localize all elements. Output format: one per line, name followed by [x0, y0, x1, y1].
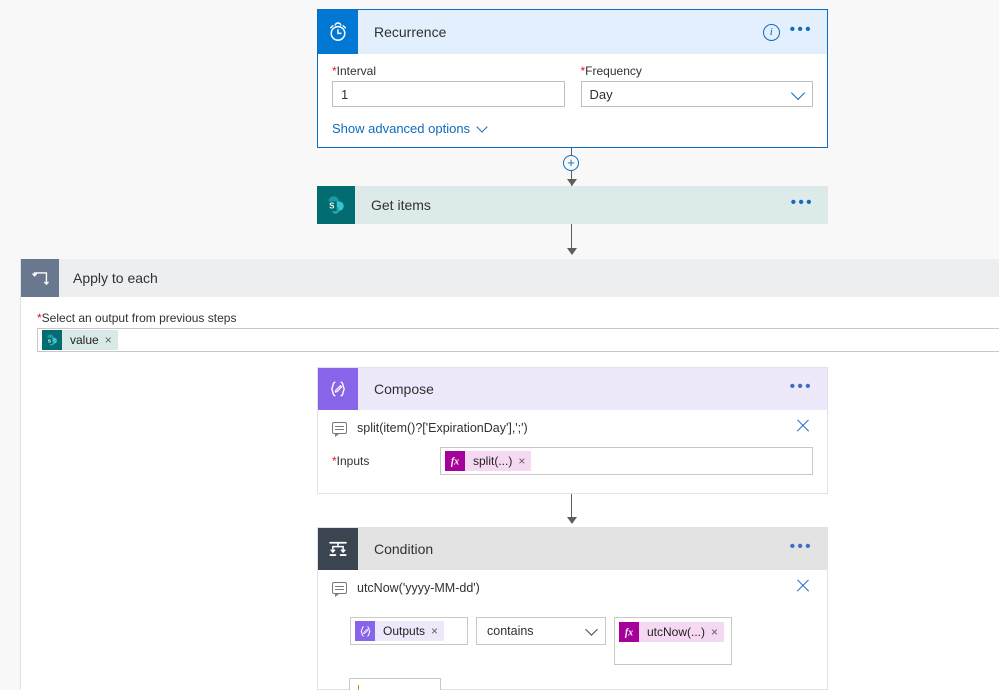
interval-input[interactable]: 1 — [332, 81, 565, 107]
show-advanced-options-label: Show advanced options — [332, 121, 471, 136]
token-body: utcNow(...) × — [639, 622, 725, 642]
token-label: value — [70, 333, 99, 347]
compose-braces-icon — [318, 368, 358, 410]
frequency-label: *Frequency — [580, 64, 642, 78]
ellipsis-icon[interactable]: ••• — [790, 22, 813, 39]
frequency-value: Day — [589, 86, 613, 102]
token-value[interactable]: S value × — [42, 330, 118, 350]
loop-icon — [21, 259, 59, 297]
action-card-get-items[interactable]: S Get items ••• — [317, 186, 828, 224]
condition-expression-row: Outputs × contains fx utcNow(...) × — [318, 595, 827, 665]
connector-arrow — [567, 248, 577, 255]
svg-text:fx: fx — [451, 456, 459, 467]
compose-header[interactable]: Compose ••• — [318, 368, 827, 410]
condition-header[interactable]: Condition ••• — [318, 528, 827, 570]
condition-title: Condition — [374, 541, 434, 557]
apply-to-each-title: Apply to each — [73, 270, 158, 286]
get-items-header[interactable]: S Get items ••• — [317, 186, 828, 224]
apply-to-each-picker-label: *Select an output from previous steps — [37, 311, 237, 325]
token-label: Outputs — [383, 624, 426, 638]
token-split-expression[interactable]: fx split(...) × — [445, 451, 532, 471]
compose-inputs-field[interactable]: fx split(...) × — [440, 447, 813, 475]
condition-operator-value: contains — [487, 624, 534, 638]
apply-to-each-body: *Select an output from previous steps S — [21, 297, 999, 352]
show-advanced-options-link[interactable]: Show advanced options — [332, 120, 488, 136]
interval-value: 1 — [341, 86, 349, 102]
connector-arrow — [567, 517, 577, 524]
compose-inputs-row: *Inputs fx split(...) × — [318, 435, 827, 475]
token-label: utcNow(...) — [647, 625, 706, 639]
get-items-title: Get items — [371, 197, 431, 213]
action-card-recurrence[interactable]: Recurrence i ••• *Interval 1 *Frequency — [317, 9, 828, 148]
condition-comment-text: utcNow('yyyy-MM-dd') — [357, 581, 480, 595]
ellipsis-icon[interactable]: ••• — [790, 539, 813, 556]
recurrence-header[interactable]: Recurrence i ••• — [318, 10, 827, 54]
remove-token-icon[interactable]: × — [518, 451, 525, 471]
connector-arrow — [567, 179, 577, 186]
condition-right-operand[interactable]: fx utcNow(...) × — [614, 617, 732, 665]
apply-to-each-output-picker[interactable]: S value × — [37, 328, 999, 352]
token-label: split(...) — [473, 454, 513, 468]
recurrence-header-actions: i ••• — [762, 22, 827, 41]
comment-icon — [332, 582, 347, 597]
close-icon[interactable] — [795, 418, 811, 434]
frequency-dropdown[interactable]: Day — [580, 81, 813, 107]
condition-left-operand[interactable]: Outputs × — [350, 617, 468, 645]
action-card-compose[interactable]: Compose ••• split(item()?['ExpirationDay… — [317, 367, 828, 494]
compose-header-actions: ••• — [790, 379, 827, 396]
condition-header-actions: ••• — [790, 539, 827, 556]
remove-token-icon[interactable]: × — [431, 621, 438, 641]
sharepoint-icon: S — [317, 186, 355, 224]
chevron-down-icon — [585, 623, 598, 636]
sharepoint-icon: S — [42, 330, 62, 350]
interval-label: *Interval — [332, 64, 377, 78]
recurrence-title: Recurrence — [374, 24, 447, 40]
compose-inputs-label: *Inputs — [332, 454, 370, 468]
token-utcnow-expression[interactable]: fx utcNow(...) × — [619, 622, 725, 642]
close-icon[interactable] — [795, 578, 811, 594]
field-interval: *Interval 1 — [332, 64, 565, 107]
get-items-header-actions: ••• — [791, 195, 828, 212]
function-fx-icon: fx — [445, 451, 465, 471]
condition-next-operand-input[interactable] — [349, 678, 441, 690]
function-fx-icon: fx — [619, 622, 639, 642]
field-frequency: *Frequency Day — [580, 64, 813, 107]
compose-comment-row: split(item()?['ExpirationDay'],';') — [318, 410, 827, 437]
compose-title: Compose — [374, 381, 434, 397]
action-card-condition[interactable]: Condition ••• utcNow('yyyy-MM-dd') Outpu… — [317, 527, 828, 690]
svg-text:fx: fx — [625, 627, 633, 638]
flow-designer-canvas: Recurrence i ••• *Interval 1 *Frequency — [0, 0, 999, 690]
info-icon[interactable]: i — [762, 23, 780, 41]
ellipsis-icon[interactable]: ••• — [791, 195, 814, 212]
chevron-down-icon — [476, 120, 488, 133]
token-outputs[interactable]: Outputs × — [355, 621, 445, 641]
chevron-down-icon — [790, 85, 806, 101]
token-body: Outputs × — [375, 621, 445, 641]
ellipsis-icon[interactable]: ••• — [790, 379, 813, 396]
alarm-clock-icon — [318, 10, 358, 54]
text-cursor — [358, 684, 359, 690]
remove-token-icon[interactable]: × — [105, 330, 112, 350]
apply-to-each-header[interactable]: Apply to each — [21, 259, 999, 297]
insert-action-button[interactable]: + — [563, 155, 579, 171]
condition-comment-row: utcNow('yyyy-MM-dd') — [318, 570, 827, 597]
svg-text:S: S — [329, 202, 334, 211]
comment-icon — [332, 422, 347, 437]
condition-branch-icon — [318, 528, 358, 570]
remove-token-icon[interactable]: × — [711, 622, 718, 642]
token-body: split(...) × — [465, 451, 532, 471]
compose-comment-text: split(item()?['ExpirationDay'],';') — [357, 421, 528, 435]
compose-braces-icon — [355, 621, 375, 641]
condition-operator-dropdown[interactable]: contains — [476, 617, 606, 645]
recurrence-fields: *Interval 1 *Frequency Day — [318, 54, 827, 107]
token-body: value × — [62, 330, 118, 350]
